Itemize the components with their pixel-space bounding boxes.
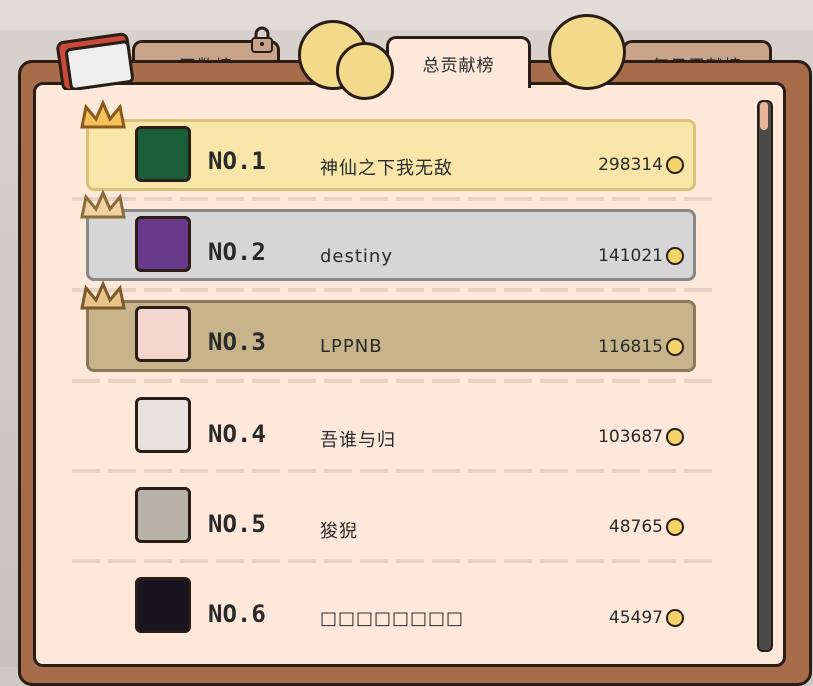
paw-coin-icon: [666, 156, 684, 174]
tab-total-contribution[interactable]: 总贡献榜: [386, 36, 531, 88]
player-name: 吾谁与归: [320, 430, 396, 451]
row-divider: [72, 288, 712, 292]
rank-label: NO.3: [208, 328, 266, 356]
silver-crown-icon: [80, 189, 126, 219]
avatar[interactable]: [135, 397, 191, 453]
player-name: 狻猊: [320, 521, 358, 542]
paw-badge-icon: [548, 14, 626, 90]
rank-label: NO.5: [208, 510, 266, 538]
player-name: LPPNB: [320, 336, 383, 357]
row-divider: [72, 469, 712, 473]
lock-icon: [251, 26, 273, 53]
scrollbar-thumb[interactable]: [760, 102, 768, 130]
paw-badge-icon: [336, 42, 394, 100]
player-name: destiny: [320, 246, 393, 267]
score-value: 141021: [598, 246, 663, 266]
gold-crown-icon: [80, 99, 126, 129]
paw-coin-icon: [666, 609, 684, 627]
score-value: 298314: [598, 155, 663, 175]
avatar[interactable]: [135, 577, 191, 633]
avatar[interactable]: [135, 126, 191, 182]
player-name: □□□□□□□□: [320, 608, 465, 629]
row-divider: [72, 197, 712, 201]
paw-coin-icon: [666, 428, 684, 446]
rank-label: NO.6: [208, 600, 266, 628]
score-value: 103687: [598, 427, 663, 447]
row-divider: [72, 379, 712, 383]
tab-total-contribution-label: 总贡献榜: [422, 56, 495, 76]
paw-coin-icon: [666, 247, 684, 265]
score-value: 116815: [598, 337, 663, 357]
row-divider: [72, 559, 712, 563]
rank-label: NO.2: [208, 238, 266, 266]
score-value: 45497: [608, 608, 663, 628]
score-value: 48765: [608, 517, 663, 537]
paw-coin-icon: [666, 518, 684, 536]
bronze-crown-icon: [80, 280, 126, 310]
rank-label: NO.1: [208, 147, 266, 175]
book-icon: [56, 32, 134, 90]
paw-coin-icon: [666, 338, 684, 356]
avatar[interactable]: [135, 306, 191, 362]
avatar[interactable]: [135, 487, 191, 543]
rank-label: NO.4: [208, 420, 266, 448]
player-name: 神仙之下我无敌: [320, 158, 453, 179]
avatar[interactable]: [135, 216, 191, 272]
leaderboard-scrollbar[interactable]: [757, 100, 773, 652]
